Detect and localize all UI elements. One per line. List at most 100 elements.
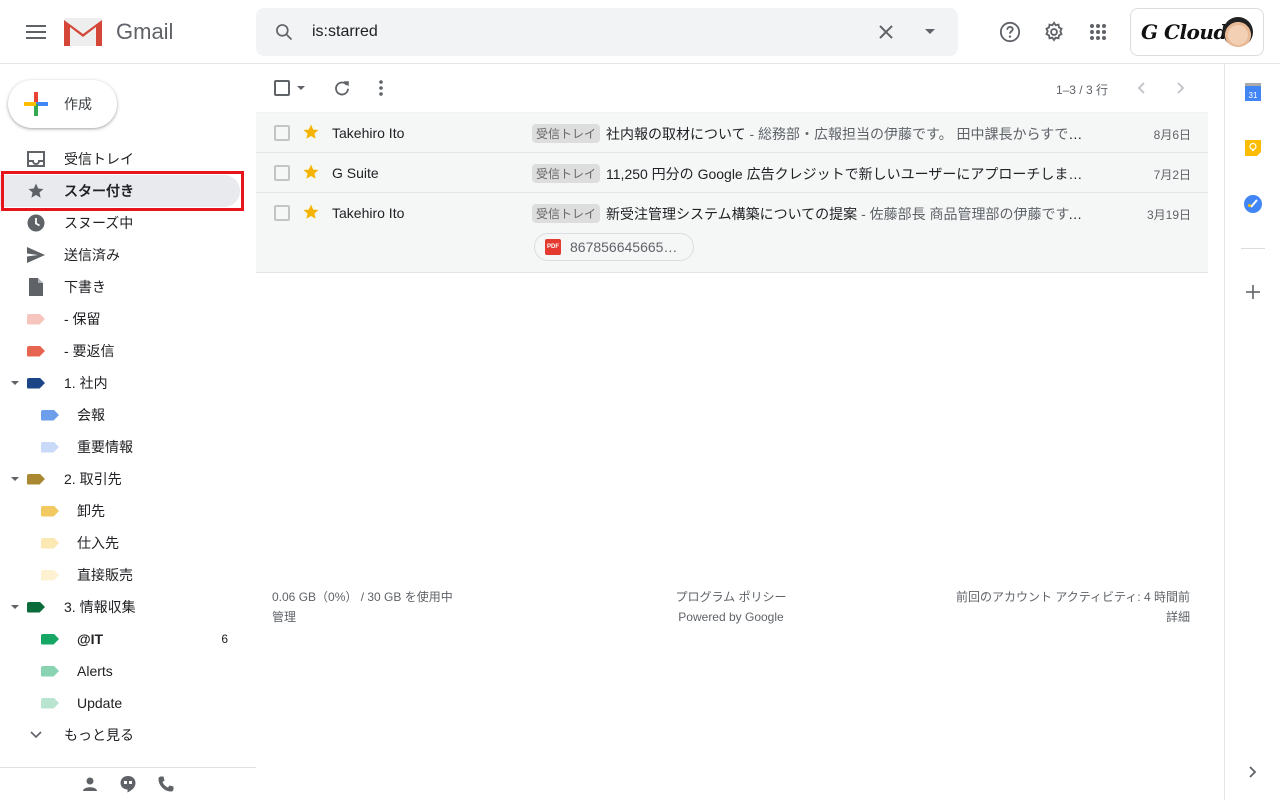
contacts-person-icon[interactable] [80,774,100,794]
email-snippet: - 総務部・広報担当の伊藤です。 田中課長からすでに… [745,126,1087,142]
search-icon[interactable] [256,22,312,42]
sidebar-item[interactable]: - 保留 [0,303,240,335]
apps-grid-icon[interactable] [1078,12,1118,52]
star-icon[interactable] [302,163,322,183]
gmail-logo[interactable]: Gmail [64,16,173,48]
email-row[interactable]: Takehiro Ito 受信トレイ 新受注管理システム構築についての提案 - 佐藤… [256,193,1208,273]
inbox-label-chip[interactable]: 受信トレイ [532,164,601,183]
select-dropdown-icon[interactable] [297,86,305,91]
keep-icon[interactable] [1243,138,1263,158]
expand-panel-chevron-icon[interactable] [1243,762,1263,782]
label-tag-icon [40,437,60,457]
unread-count: 6 [221,632,228,646]
program-policy-link[interactable]: プログラム ポリシー [676,590,787,604]
row-checkbox[interactable] [274,125,290,141]
label-tag-icon [26,341,46,361]
sidebar-item[interactable]: 下書き [0,271,240,303]
email-content: 受信トレイ 社内報の取材について - 総務部・広報担当の伊藤です。 田中課長からす… [532,124,1087,144]
manage-storage-link[interactable]: 管理 [272,610,296,624]
add-addon-plus-icon[interactable] [1243,282,1263,302]
sidebar-item[interactable]: 3. 情報収集 [0,591,240,623]
email-date: 7月2日 [1153,168,1191,182]
sidebar-item-label: 直接販売 [77,567,133,583]
inbox-label-chip[interactable]: 受信トレイ [532,204,601,223]
sidebar-item[interactable]: 受信トレイ [0,143,240,175]
label-tag-icon [26,597,46,617]
settings-gear-icon[interactable] [1034,12,1074,52]
activity-details-link[interactable]: 詳細 [1166,610,1190,624]
sidebar-item-label: 会報 [77,407,105,423]
tasks-icon[interactable] [1243,194,1263,214]
next-page-icon[interactable] [1171,78,1191,98]
label-tag-icon [26,373,46,393]
sidebar-item[interactable]: Update [0,687,240,719]
powered-by-text: Powered by Google [678,610,784,624]
email-row[interactable]: Takehiro Ito 受信トレイ 社内報の取材について - 総務部・広報担当の伊… [256,113,1208,153]
sidebar-item-label: 重要情報 [77,439,133,455]
sidebar-item-label: 送信済み [64,247,120,263]
email-sender: G Suite [332,165,379,181]
label-tag-icon [40,661,60,681]
sidebar-item-label: もっと見る [64,727,134,743]
search-options-dropdown-icon[interactable] [908,29,952,35]
sidebar-item[interactable]: 2. 取引先 [0,463,240,495]
sidebar-item[interactable]: スター付き [0,175,240,207]
sidebar-item-label: @IT [77,631,104,647]
sidebar-item[interactable]: もっと見る [0,719,240,751]
sidebar-item-label: 2. 取引先 [64,471,122,487]
last-activity-text: 前回のアカウント アクティビティ: 4 時間前 [956,590,1190,604]
email-subject: 新受注管理システム構築についての提案 [606,206,858,222]
email-sender: Takehiro Ito [332,125,405,141]
sidebar: 作成 受信トレイスター付きスヌーズ中送信済み下書き - 保留 - 要返信 1. 社内会… [0,64,256,800]
phone-icon[interactable] [156,774,176,794]
label-tag-icon [40,693,60,713]
email-row[interactable]: G Suite 受信トレイ 11,250 円分の Google 広告クレジットで新し… [256,153,1208,193]
sidebar-item[interactable]: Alerts [0,655,240,687]
email-snippet: - 佐藤部長 商品管理部の伊藤です。 … [857,206,1087,222]
help-icon[interactable] [990,12,1030,52]
sidebar-item-label: 1. 社内 [64,375,108,391]
sidebar-item[interactable]: 重要情報 [0,431,240,463]
sidebar-item[interactable]: @IT 6 [0,623,240,655]
clear-search-icon[interactable] [864,24,908,40]
expand-caret-icon[interactable] [11,381,19,385]
previous-page-icon[interactable] [1131,78,1151,98]
sidebar-item-label: - 保留 [64,311,101,327]
hangouts-icon[interactable] [118,774,138,794]
sidebar-item[interactable]: スヌーズ中 [0,207,240,239]
expand-caret-icon[interactable] [11,477,19,481]
sidebar-item[interactable]: 送信済み [0,239,240,271]
sidebar-item[interactable]: 会報 [0,399,240,431]
more-options-icon[interactable] [371,78,391,98]
select-all-checkbox[interactable] [274,80,290,96]
refresh-icon[interactable] [332,78,352,98]
email-subject: 11,250 円分の Google 広告クレジットで新しいユーザーにアプローチし… [606,166,1087,182]
inbox-label-chip[interactable]: 受信トレイ [532,124,601,143]
plus-icon [24,92,48,116]
sidebar-item[interactable]: 仕入先 [0,527,240,559]
expand-caret-icon[interactable] [11,605,19,609]
label-tag-icon [40,565,60,585]
row-checkbox[interactable] [274,205,290,221]
sidebar-item[interactable]: 1. 社内 [0,367,240,399]
star-icon[interactable] [302,203,322,223]
sidebar-item[interactable]: 卸先 [0,495,240,527]
attachment-chip[interactable]: PDF 867856645665… [534,233,694,261]
sidebar-nav: 受信トレイスター付きスヌーズ中送信済み下書き - 保留 - 要返信 1. 社内会報重要… [0,143,256,751]
sidebar-item[interactable]: - 要返信 [0,335,240,367]
sidebar-item-label: スター付き [64,183,134,199]
sidebar-item-label: 下書き [64,279,106,295]
email-date: 8月6日 [1153,128,1191,142]
main-menu-button[interactable] [16,12,56,52]
sidebar-item[interactable]: 直接販売 [0,559,240,591]
calendar-icon[interactable]: 31 [1243,82,1263,102]
email-subject: 社内報の取材について [606,126,746,142]
search-input[interactable] [312,23,864,41]
account-button[interactable]: G Cloud [1130,8,1264,56]
compose-button[interactable]: 作成 [8,80,117,128]
row-checkbox[interactable] [274,165,290,181]
pdf-file-icon: PDF [545,239,561,255]
star-icon[interactable] [302,123,322,143]
sidebar-item-label: Update [77,695,123,711]
storage-usage: 0.06 GB（0%） / 30 GB を使用中 [272,590,453,604]
